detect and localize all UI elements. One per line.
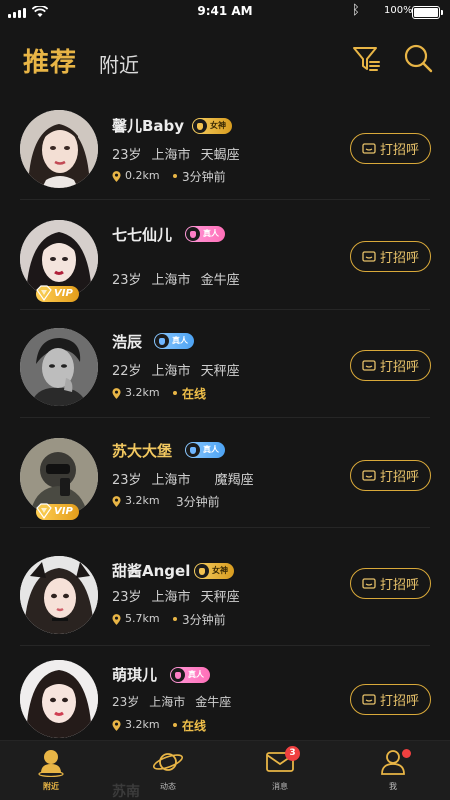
- user-info: 23岁 上海市 金牛座: [112, 695, 232, 709]
- diamond-icon: [36, 503, 52, 520]
- location-pin-icon: [112, 496, 121, 507]
- greet-button[interactable]: 打招呼: [350, 684, 431, 715]
- list-item[interactable]: VIP 苏大大堡 真人 23岁 上海市 魔羯座 3.2km 3分钟前 打招呼: [0, 420, 450, 528]
- list-item[interactable]: 浩辰 真人 22岁 上海市 天秤座 3.2km 在线 打招呼: [0, 310, 450, 418]
- tab-recommend[interactable]: 推荐: [23, 42, 77, 79]
- diamond-icon: [36, 285, 52, 302]
- status-badge: 真人: [185, 442, 225, 458]
- list-item[interactable]: 甜酱Angel 女神 23岁 上海市 天秤座 5.7km 3分钟前 打招呼: [0, 538, 450, 646]
- planet-icon: [153, 753, 183, 771]
- user-name[interactable]: 馨儿Baby: [112, 115, 184, 136]
- unread-badge: 3: [285, 746, 300, 761]
- greet-button[interactable]: 打招呼: [350, 568, 431, 599]
- user-name[interactable]: 浩辰: [112, 331, 142, 352]
- user-name[interactable]: 七七仙儿: [112, 224, 172, 245]
- status-badge: 真人: [154, 333, 194, 349]
- user-info: 23岁 上海市 魔羯座: [112, 473, 254, 488]
- status-badge: 女神: [194, 563, 234, 579]
- avatar[interactable]: [20, 110, 98, 188]
- battery-icon: [412, 6, 443, 19]
- avatar[interactable]: [20, 660, 98, 738]
- filter-icon[interactable]: [350, 42, 382, 74]
- chat-icon: [362, 577, 376, 589]
- location-pin-icon: [112, 614, 121, 625]
- avatar[interactable]: [20, 556, 98, 634]
- top-header: 推荐 附近: [0, 30, 450, 92]
- status-badge: 真人: [170, 667, 210, 683]
- vip-badge: VIP: [36, 503, 79, 520]
- tab-moments[interactable]: 动态: [133, 747, 203, 792]
- list-item[interactable]: 萌琪儿 真人 23岁 上海市 金牛座 3.2km 在线 打招呼: [0, 646, 450, 754]
- location-pin-icon: [112, 171, 121, 182]
- battery-percent: 100%: [384, 5, 413, 16]
- tab-nearby[interactable]: 附近: [99, 49, 139, 78]
- chat-icon: [362, 469, 376, 481]
- greet-button[interactable]: 打招呼: [350, 241, 431, 272]
- next-user-peek: 苏南: [112, 784, 140, 800]
- chat-icon: [362, 359, 376, 371]
- status-badge: 真人: [185, 226, 225, 242]
- list-item[interactable]: VIP 七七仙儿 真人 23岁 上海市 金牛座 打招呼: [0, 202, 450, 310]
- notification-dot: [402, 749, 411, 758]
- status-bar: 9:41 AM ᛒ 100%: [0, 0, 450, 24]
- user-info: 22岁 上海市 天秤座: [112, 364, 240, 379]
- status-badge: 女神: [192, 118, 232, 134]
- chat-icon: [362, 250, 376, 262]
- user-info: 23岁 上海市 金牛座: [112, 273, 240, 288]
- tab-messages[interactable]: 3 消息: [245, 746, 315, 792]
- vip-badge: VIP: [36, 285, 79, 302]
- greet-button[interactable]: 打招呼: [350, 350, 431, 381]
- user-name[interactable]: 甜酱Angel: [112, 560, 190, 581]
- user-name[interactable]: 苏大大堡: [112, 440, 172, 461]
- tab-nearby-bottom[interactable]: 附近: [16, 747, 86, 792]
- bluetooth-icon: ᛒ: [352, 3, 360, 18]
- user-info: 23岁 上海市 天蝎座: [112, 148, 240, 163]
- bottom-tab-bar: 附近 动态 3 消息 我: [0, 740, 450, 800]
- chat-icon: [362, 142, 376, 154]
- search-icon[interactable]: [402, 42, 434, 74]
- user-info: 23岁 上海市 天秤座: [112, 590, 240, 605]
- tab-me[interactable]: 我: [358, 747, 428, 792]
- chat-icon: [362, 693, 376, 705]
- nearby-person-icon: [38, 750, 64, 777]
- user-name[interactable]: 萌琪儿: [112, 664, 157, 685]
- avatar[interactable]: [20, 328, 98, 406]
- location-pin-icon: [112, 388, 121, 399]
- list-item[interactable]: 馨儿Baby 女神 23岁 上海市 天蝎座 0.2km 3分钟前 打招呼: [0, 92, 450, 200]
- avatar[interactable]: VIP: [20, 438, 98, 520]
- greet-button[interactable]: 打招呼: [350, 460, 431, 491]
- location-pin-icon: [112, 720, 121, 731]
- avatar[interactable]: VIP: [20, 220, 98, 302]
- status-time: 9:41 AM: [197, 4, 253, 18]
- greet-button[interactable]: 打招呼: [350, 133, 431, 164]
